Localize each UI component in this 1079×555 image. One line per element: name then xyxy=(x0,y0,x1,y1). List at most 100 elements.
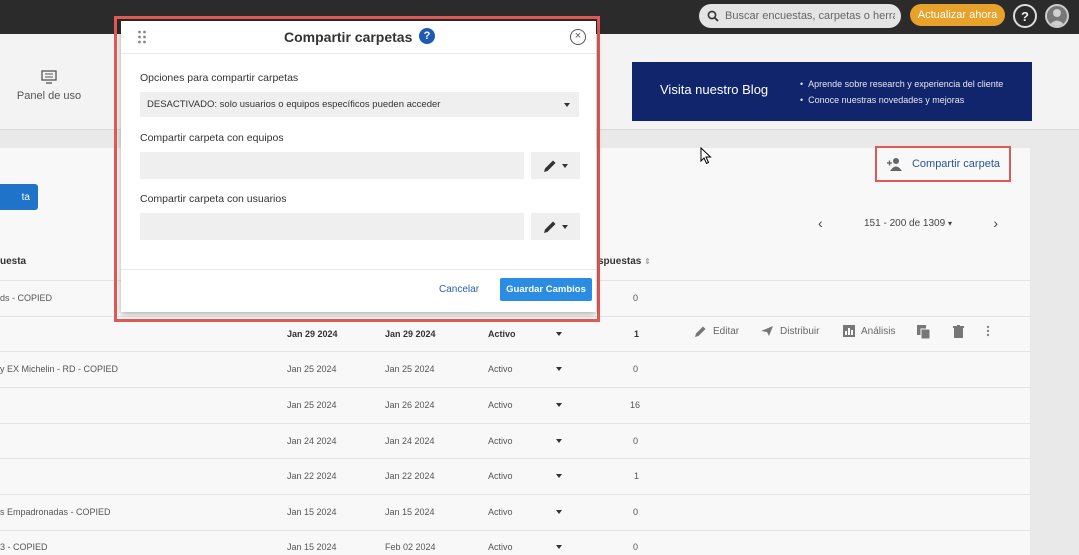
blog-bullet: Conoce nuestras novedades y mejoras xyxy=(800,92,1003,108)
modal-footer-divider xyxy=(121,269,596,270)
modified-date: Jan 25 2024 xyxy=(385,364,435,374)
users-edit-dropdown[interactable] xyxy=(531,213,580,240)
blog-title: Visita nuestro Blog xyxy=(660,82,769,97)
modified-date: Jan 22 2024 xyxy=(385,471,435,481)
chevron-down-icon xyxy=(562,224,568,229)
teams-label: Compartir carpeta con equipos xyxy=(140,132,284,144)
created-date: Jan 25 2024 xyxy=(287,400,337,410)
modified-date: Jan 29 2024 xyxy=(385,329,436,339)
cancel-button[interactable]: Cancelar xyxy=(439,284,479,295)
status-dropdown-icon[interactable] xyxy=(556,403,562,407)
pagination: ‹ 151 - 200 de 1309 ▾ › xyxy=(818,213,998,233)
blog-bullets: Aprende sobre research y experiencia del… xyxy=(800,76,1003,108)
nav-item-usage-panel[interactable]: Panel de uso xyxy=(14,70,84,102)
more-options-icon[interactable] xyxy=(986,325,996,337)
share-folder-button[interactable]: Compartir carpeta xyxy=(875,146,1011,182)
survey-name[interactable]: y EX Michelin - RD - COPIED xyxy=(0,364,118,374)
help-icon[interactable]: ? xyxy=(419,28,435,44)
modified-date: Jan 26 2024 xyxy=(385,400,435,410)
response-count: 1 xyxy=(634,471,640,481)
divider xyxy=(0,387,1030,388)
created-date: Jan 25 2024 xyxy=(287,364,337,374)
global-search[interactable] xyxy=(699,4,901,28)
status-label: Activo xyxy=(488,364,513,374)
search-input[interactable] xyxy=(725,10,895,22)
response-count: 0 xyxy=(633,507,639,517)
create-folder-button[interactable]: ta xyxy=(0,184,38,210)
pencil-icon xyxy=(695,326,706,337)
status-label: Activo xyxy=(488,400,513,410)
delete-button[interactable] xyxy=(953,325,970,338)
column-header-name[interactable]: uesta xyxy=(0,256,26,267)
mouse-cursor-icon xyxy=(700,147,712,165)
survey-name[interactable]: s Empadronadas - COPIED xyxy=(0,507,111,517)
divider xyxy=(0,494,1030,495)
copy-button[interactable] xyxy=(917,325,936,339)
drag-handle-icon[interactable] xyxy=(137,30,147,44)
divider xyxy=(0,458,1030,459)
save-changes-button[interactable]: Guardar Cambios xyxy=(500,278,592,301)
response-count: 16 xyxy=(630,400,641,410)
prev-page-icon[interactable]: ‹ xyxy=(818,215,823,231)
add-user-icon xyxy=(886,158,902,171)
response-count: 0 xyxy=(633,542,639,552)
status-dropdown-icon[interactable] xyxy=(556,439,562,443)
upgrade-button[interactable]: Actualizar ahora xyxy=(910,4,1005,26)
modified-date: Jan 24 2024 xyxy=(385,436,435,446)
chevron-down-icon xyxy=(564,103,570,107)
divider xyxy=(0,423,1030,424)
share-options-value: DESACTIVADO: solo usuarios o equipos esp… xyxy=(147,99,441,110)
status-label: Activo xyxy=(488,542,513,552)
status-label: Activo xyxy=(488,436,513,446)
created-date: Jan 29 2024 xyxy=(287,329,338,339)
share-options-select[interactable]: DESACTIVADO: solo usuarios o equipos esp… xyxy=(140,92,579,117)
teams-edit-dropdown[interactable] xyxy=(531,152,580,179)
response-count: 0 xyxy=(633,293,639,303)
bar-chart-icon xyxy=(843,325,855,337)
response-count: 0 xyxy=(633,364,639,374)
modal-title: Compartir carpetas xyxy=(284,29,413,45)
page-range[interactable]: 151 - 200 de 1309 ▾ xyxy=(864,218,952,229)
modified-date: Feb 02 2024 xyxy=(385,542,436,552)
status-label: Activo xyxy=(488,471,513,481)
blog-banner[interactable]: Visita nuestro Blog Aprende sobre resear… xyxy=(632,62,1032,121)
avatar[interactable] xyxy=(1045,4,1069,28)
nav-item-label: Panel de uso xyxy=(16,90,82,102)
distribute-button[interactable]: Distribuir xyxy=(760,325,819,337)
response-count: 0 xyxy=(633,436,639,446)
share-folders-modal: Compartir carpetas ? × Opciones para com… xyxy=(121,21,596,312)
status-dropdown-icon[interactable] xyxy=(556,474,562,478)
created-date: Jan 15 2024 xyxy=(287,507,337,517)
status-label: Activo xyxy=(488,507,513,517)
share-folder-label: Compartir carpeta xyxy=(911,158,1001,170)
status-dropdown-icon[interactable] xyxy=(556,510,562,514)
response-count: 1 xyxy=(634,329,640,339)
created-date: Jan 22 2024 xyxy=(287,471,337,481)
users-input[interactable] xyxy=(140,213,524,240)
status-dropdown-icon[interactable] xyxy=(556,332,562,336)
divider xyxy=(0,530,1030,531)
edit-button[interactable]: Editar xyxy=(694,325,739,338)
status-dropdown-icon[interactable] xyxy=(556,367,562,371)
teams-input[interactable] xyxy=(140,152,524,179)
created-date: Jan 24 2024 xyxy=(287,436,337,446)
next-page-icon[interactable]: › xyxy=(993,215,998,231)
help-icon[interactable]: ? xyxy=(1013,4,1037,28)
analysis-button[interactable]: Análisis xyxy=(843,325,895,337)
survey-name[interactable]: ds - COPIED xyxy=(0,293,52,303)
close-icon[interactable]: × xyxy=(570,29,586,45)
send-icon xyxy=(761,326,773,336)
modified-date: Jan 15 2024 xyxy=(385,507,435,517)
blog-bullet: Aprende sobre research y experiencia del… xyxy=(800,76,1003,92)
chevron-down-icon xyxy=(562,163,568,168)
column-header-responses[interactable]: spuestas ⇕ xyxy=(598,256,651,267)
copy-icon xyxy=(917,325,930,339)
divider xyxy=(0,351,1030,352)
trash-icon xyxy=(953,325,964,338)
status-dropdown-icon[interactable] xyxy=(556,545,562,549)
edit-label: Editar xyxy=(713,326,740,337)
analysis-label: Análisis xyxy=(861,325,896,337)
pencil-icon xyxy=(544,221,556,233)
share-options-label: Opciones para compartir carpetas xyxy=(140,72,299,84)
survey-name[interactable]: 3 - COPIED xyxy=(0,542,48,552)
